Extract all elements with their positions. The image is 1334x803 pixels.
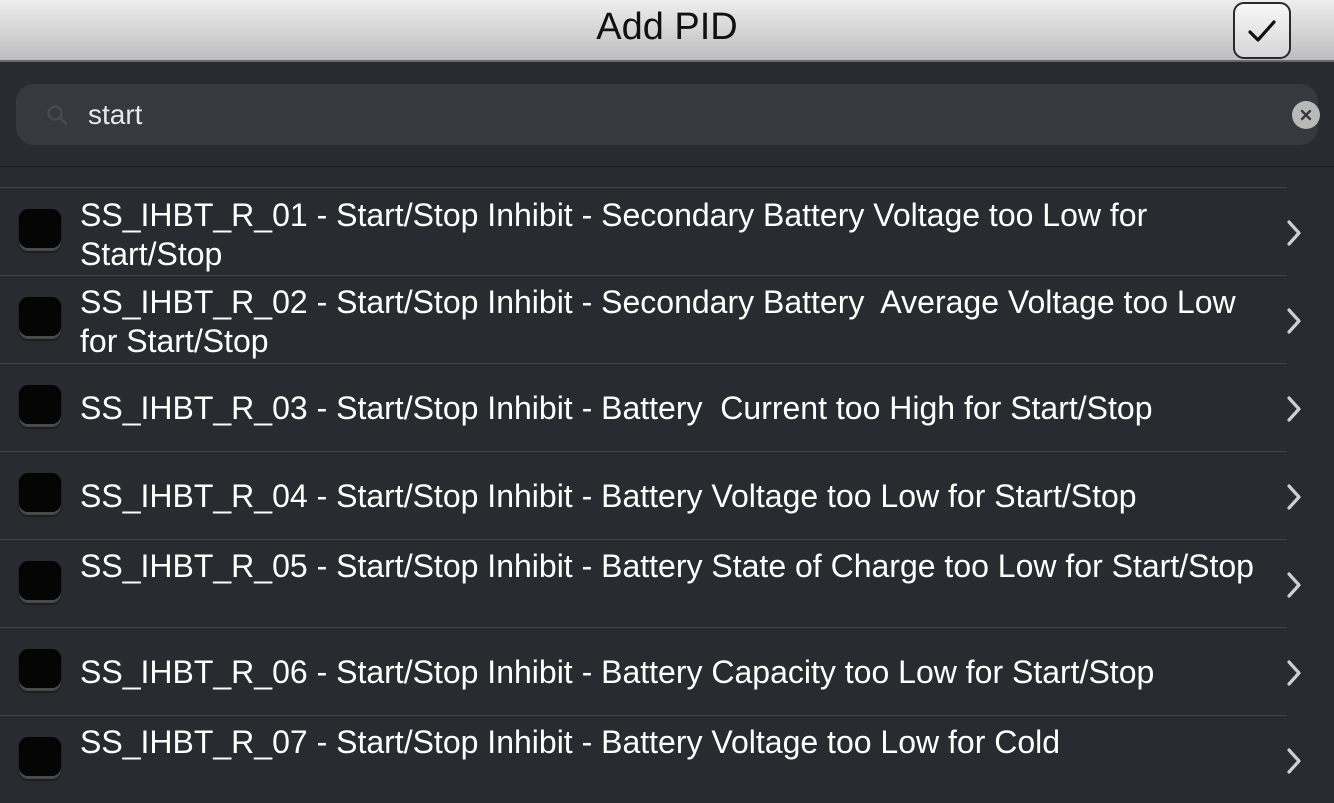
list-item[interactable]: SS_IHBT_R_06 - Start/Stop Inhibit - Batt… <box>0 627 1301 715</box>
item-label: SS_IHBT_R_03 - Start/Stop Inhibit - Batt… <box>80 390 1153 426</box>
clear-icon <box>1300 109 1312 121</box>
pid-list: SS_IHBT_R_01 - Start/Stop Inhibit - Seco… <box>0 187 1334 803</box>
list-item[interactable]: SS_IHBT_R_03 - Start/Stop Inhibit - Batt… <box>0 363 1301 451</box>
chevron-right-icon <box>1287 748 1301 774</box>
list-item[interactable]: SS_IHBT_R_02 - Start/Stop Inhibit - Seco… <box>0 275 1301 363</box>
navigation-bar: Add PID <box>0 0 1334 62</box>
checkmark-icon <box>1248 19 1276 42</box>
item-label: SS_IHBT_R_06 - Start/Stop Inhibit - Batt… <box>80 654 1155 690</box>
item-label: SS_IHBT_R_05 - Start/Stop Inhibit - Batt… <box>80 548 1254 584</box>
chevron-right-icon <box>1287 572 1301 598</box>
item-label: SS_IHBT_R_04 - Start/Stop Inhibit - Batt… <box>80 478 1137 514</box>
item-label: SS_IHBT_R_02 - Start/Stop Inhibit - Seco… <box>80 284 1245 359</box>
chevron-right-icon <box>1287 396 1301 422</box>
checkbox[interactable] <box>19 649 61 691</box>
search-input[interactable] <box>86 94 1270 136</box>
search-bar <box>0 62 1334 167</box>
chevron-right-icon <box>1287 484 1301 510</box>
done-button[interactable] <box>1233 2 1291 59</box>
search-icon <box>47 105 68 126</box>
checkbox[interactable] <box>19 209 61 251</box>
chevron-right-icon <box>1287 308 1301 334</box>
search-field[interactable] <box>16 84 1320 145</box>
checkbox[interactable] <box>19 561 61 603</box>
page-title: Add PID <box>596 6 738 48</box>
chevron-right-icon <box>1287 660 1301 686</box>
list-item[interactable]: SS_IHBT_R_05 - Start/Stop Inhibit - Batt… <box>0 539 1301 627</box>
list-item[interactable]: SS_IHBT_R_01 - Start/Stop Inhibit - Seco… <box>0 187 1301 275</box>
item-label: SS_IHBT_R_01 - Start/Stop Inhibit - Seco… <box>80 197 1157 272</box>
checkbox[interactable] <box>19 737 61 779</box>
checkbox[interactable] <box>19 297 61 339</box>
checkbox[interactable] <box>19 473 61 515</box>
clear-search-button[interactable] <box>1292 101 1320 129</box>
checkbox[interactable] <box>19 385 61 427</box>
item-label: SS_IHBT_R_07 - Start/Stop Inhibit - Batt… <box>80 724 1061 760</box>
list-item[interactable]: SS_IHBT_R_07 - Start/Stop Inhibit - Batt… <box>0 715 1301 803</box>
list-item[interactable]: SS_IHBT_R_04 - Start/Stop Inhibit - Batt… <box>0 451 1301 539</box>
chevron-right-icon <box>1287 220 1301 246</box>
